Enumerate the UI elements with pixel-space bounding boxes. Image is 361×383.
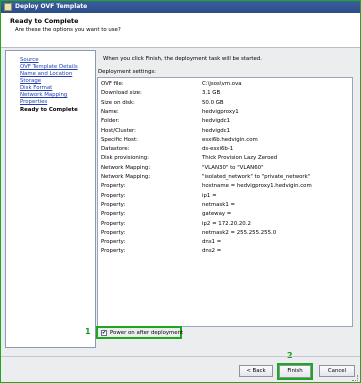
- settings-value: 50.0 GB: [202, 99, 224, 106]
- settings-key: Property:: [101, 183, 126, 190]
- settings-key: Property:: [101, 201, 126, 208]
- settings-value: ds-esxi6b-1: [202, 146, 234, 153]
- settings-row: Property: netmask1 =: [98, 202, 352, 210]
- app-icon: [4, 3, 12, 11]
- settings-key: Property:: [101, 211, 126, 218]
- settings-value: "isolated_network" to "private_network": [202, 174, 311, 180]
- settings-value: hedvigdc1: [202, 127, 231, 134]
- settings-value: hedvigproxy1: [202, 108, 239, 115]
- page-title: Ready to Complete: [10, 17, 79, 25]
- settings-key: Folder:: [101, 118, 120, 125]
- settings-key: Property:: [101, 229, 126, 236]
- page-subtitle: Are these the options you want to use?: [15, 27, 121, 33]
- settings-row: Property: ip2 = 172.20.20.2: [98, 221, 352, 229]
- settings-row: Specific Host: esxi6b.hedvigin.com: [98, 137, 352, 145]
- settings-row: Property: hostname = hedvigproxy1.hedvigi…: [98, 183, 352, 191]
- settings-key: Disk provisioning:: [101, 155, 149, 162]
- settings-value: ip1 =: [202, 192, 217, 199]
- sidebar-item-source[interactable]: Source: [20, 57, 39, 63]
- resize-grip-icon[interactable]: [352, 375, 358, 381]
- settings-row: Host/Cluster: hedvigdc1: [98, 128, 352, 136]
- settings-key: Property:: [101, 248, 126, 255]
- sidebar-item-disk-format[interactable]: Disk Format: [20, 85, 52, 91]
- wizard-header: Ready to Complete Are these the options …: [1, 13, 360, 48]
- settings-value: Thick Provision Lazy Zeroed: [202, 155, 278, 162]
- settings-row: OVF file: C:\jsos\vm.ova: [98, 81, 352, 89]
- settings-key: Host/Cluster:: [101, 127, 136, 134]
- sidebar-item-network-mapping[interactable]: Network Mapping: [20, 92, 67, 98]
- settings-row: Download size: 3.1 GB: [98, 90, 352, 98]
- settings-key: Specific Host:: [101, 136, 138, 143]
- settings-value: "VLAN30" to "VLAN60": [202, 164, 264, 171]
- settings-row: Disk provisioning: Thick Provision Lazy Z…: [98, 155, 352, 163]
- title-bar: Deploy OVF Template: [1, 1, 360, 13]
- settings-key: Property:: [101, 192, 126, 199]
- window-title: Deploy OVF Template: [15, 3, 88, 10]
- settings-key: Download size:: [101, 90, 142, 97]
- settings-key: Network Mapping:: [101, 174, 151, 180]
- settings-key: Network Mapping:: [101, 164, 151, 171]
- settings-value: netmask2 = 255.255.255.0: [202, 229, 277, 236]
- power-on-checkbox[interactable]: ✔: [101, 330, 107, 336]
- settings-label: Deployment settings:: [98, 69, 156, 75]
- settings-value: ip2 = 172.20.20.2: [202, 220, 251, 227]
- settings-row: Property: ip1 =: [98, 193, 352, 201]
- settings-key: Property:: [101, 220, 126, 227]
- settings-value: esxi6b.hedvigin.com: [202, 136, 258, 143]
- settings-value: C:\jsos\vm.ova: [202, 81, 242, 87]
- settings-row: Folder: hedvigdc1: [98, 118, 352, 126]
- settings-row: Property: netmask2 = 255.255.255.0: [98, 230, 352, 238]
- settings-value: hostname = hedvigproxy1.hedvigin.com: [202, 183, 312, 190]
- deploy-ovf-window: Deploy OVF Template Ready to Complete Ar…: [1, 1, 360, 382]
- settings-row: Name: hedvigproxy1: [98, 109, 352, 117]
- settings-value: gateway =: [202, 211, 232, 218]
- intro-text: When you click Finish, the deployment ta…: [103, 56, 262, 62]
- sidebar-item-storage[interactable]: Storage: [20, 78, 41, 84]
- settings-row: Network Mapping: "VLAN30" to "VLAN60": [98, 165, 352, 173]
- settings-value: dns1 =: [202, 239, 222, 246]
- sidebar-item-properties[interactable]: Properties: [20, 99, 47, 105]
- sidebar-item-ready-to-complete: Ready to Complete: [20, 107, 78, 113]
- cancel-button[interactable]: Cancel: [319, 365, 355, 377]
- settings-row: Property: dns2 =: [98, 248, 352, 256]
- settings-key: Property:: [101, 239, 126, 246]
- sidebar-item-name-and-location[interactable]: Name and Location: [20, 71, 72, 77]
- finish-button[interactable]: Finish: [279, 365, 311, 378]
- power-on-option[interactable]: ✔ Power on after deployment: [96, 326, 184, 339]
- settings-row: Size on disk: 50.0 GB: [98, 100, 352, 108]
- settings-key: OVF file:: [101, 81, 124, 87]
- settings-row: Property: dns1 =: [98, 239, 352, 247]
- sidebar-item-ovf-template-details[interactable]: OVF Template Details: [20, 64, 78, 70]
- settings-key: Size on disk:: [101, 99, 135, 106]
- wizard-steps-sidebar: Source OVF Template Details Name and Loc…: [5, 50, 96, 348]
- footer-divider: [1, 356, 360, 357]
- back-button[interactable]: < Back: [239, 365, 273, 377]
- settings-row: Network Mapping: "isolated_network" to "p…: [98, 174, 352, 182]
- settings-value: netmask1 =: [202, 201, 235, 208]
- settings-value: hedvigdc1: [202, 118, 231, 125]
- callout-number-one: 1: [85, 327, 91, 336]
- settings-value: 3.1 GB: [202, 90, 221, 97]
- settings-row: Property: gateway =: [98, 211, 352, 219]
- power-on-label: Power on after deployment: [110, 330, 184, 336]
- settings-key: Datastore:: [101, 146, 130, 153]
- settings-value: dns2 =: [202, 248, 222, 255]
- main-content: When you click Finish, the deployment ta…: [96, 50, 354, 348]
- settings-key: Name:: [101, 108, 119, 115]
- settings-row: Datastore: ds-esxi6b-1: [98, 146, 352, 154]
- deployment-settings-list[interactable]: OVF file: C:\jsos\vm.ova Download size: 3.1…: [97, 77, 353, 327]
